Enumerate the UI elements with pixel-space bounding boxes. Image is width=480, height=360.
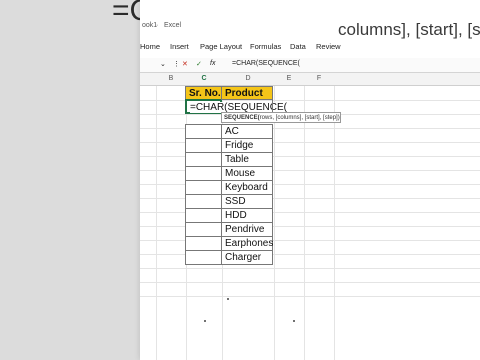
product-cell[interactable]: Keyboard [221,180,273,195]
product-cell[interactable]: Charger [221,250,273,265]
tab-page-layout[interactable]: Page Layout [200,42,242,51]
sr-cell[interactable] [185,138,222,153]
tooltip-args: rows, [columns], [start], [step]) [259,115,340,121]
product-cell[interactable]: Pendrive [221,222,273,237]
function-tooltip: SEQUENCE(rows, [columns], [start], [step… [221,112,341,123]
screen-speck [293,320,295,322]
tab-home[interactable]: Home [140,42,160,51]
tooltip-function: SEQUENCE( [224,115,260,121]
product-cell[interactable]: Mouse [221,166,273,181]
active-cell-c3[interactable]: =CHAR(SEQUENCE( [185,99,287,114]
overlay-args-text: columns], [start], [ste [338,20,480,39]
workbook-name: ook1 [142,22,158,29]
product-cell[interactable]: HDD [221,208,273,223]
excel-window: ook1 · Excel Home Insert Page Layout For… [140,0,480,360]
col-header-f[interactable]: F [304,75,334,82]
sr-cell[interactable] [185,152,222,167]
product-cell[interactable]: AC [221,124,273,139]
sr-cell[interactable] [185,236,222,251]
cancel-icon[interactable]: ✕ [182,60,188,68]
col-header-e[interactable]: E [274,75,304,82]
sr-cell[interactable] [185,166,222,181]
screen-speck [227,298,229,300]
tab-insert[interactable]: Insert [170,42,189,51]
more-icon[interactable]: ⋮ [173,60,180,68]
screenshot: =C ook1 · Excel Home Insert Page Layout … [0,0,480,360]
product-cell[interactable]: Earphones [221,236,273,251]
formula-input[interactable]: =CHAR(SEQUENCE( [232,60,300,67]
formula-bar: ⌄ ⋮ ✕ ✓ fx =CHAR(SEQUENCE( [140,58,480,73]
product-cell[interactable]: Fridge [221,138,273,153]
product-cell[interactable]: Table [221,152,273,167]
app-name: Excel [164,22,182,29]
tab-review[interactable]: Review [316,42,341,51]
header-product[interactable]: Product [221,86,273,100]
insert-function-button[interactable]: fx [210,60,215,67]
col-header-d[interactable]: D [222,75,274,82]
sr-cell[interactable] [185,180,222,195]
title-separator: · [156,22,159,29]
name-box-dropdown-icon[interactable]: ⌄ [160,60,166,68]
column-headers: B C D E F [140,73,480,86]
sr-cell[interactable] [185,124,222,139]
enter-check-icon[interactable]: ✓ [196,60,202,68]
product-cell[interactable]: SSD [221,194,273,209]
tab-data[interactable]: Data [290,42,306,51]
sr-cell[interactable] [185,208,222,223]
screen-speck [204,320,206,322]
sr-cell[interactable] [185,250,222,265]
col-header-c[interactable]: C [186,75,222,82]
sr-cell[interactable] [185,222,222,237]
col-header-b[interactable]: B [156,75,186,82]
tab-formulas[interactable]: Formulas [250,42,281,51]
header-sr-no[interactable]: Sr. No. [185,86,222,100]
sr-cell[interactable] [185,194,222,209]
